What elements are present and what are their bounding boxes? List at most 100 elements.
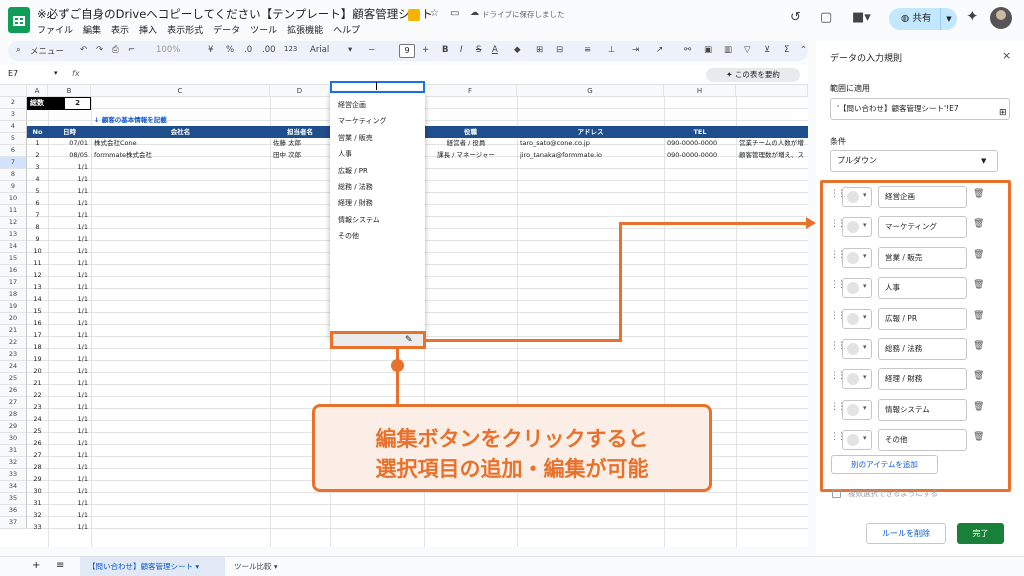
cell-no[interactable]: 13 [30,282,45,293]
fill-color-icon[interactable]: ◆ [514,45,521,55]
font-select-caret-icon[interactable]: ▾ [348,45,352,55]
item-input[interactable]: 総務 / 法務 [878,338,967,360]
row-header[interactable]: 12 [0,217,27,229]
row-header[interactable]: 35 [0,493,27,505]
currency-format-button[interactable]: ¥ [208,45,213,55]
dropdown-option[interactable]: その他 [338,231,359,241]
row-header[interactable]: 13 [0,229,27,241]
item-input[interactable]: 経営企画 [878,186,967,208]
row-header[interactable]: 8 [0,169,27,181]
cell-person[interactable]: 田中 次郎 [273,150,327,161]
merge-cells-icon[interactable]: ⊟ [556,45,563,55]
item-color-picker[interactable] [842,247,872,268]
item-color-picker[interactable] [842,187,872,207]
cell-no[interactable]: 18 [30,342,45,353]
font-size-increase-icon[interactable]: + [422,45,429,55]
history-icon[interactable]: ↺ [790,10,801,25]
redo-icon[interactable]: ↷ [96,45,103,55]
delete-icon[interactable]: 🗑 [973,189,984,199]
menu-data[interactable]: データ [213,26,240,36]
cell-no[interactable]: 28 [30,462,45,473]
cell-no[interactable]: 3 [30,162,45,173]
cell-date[interactable]: 1/1 [51,414,88,425]
row-header[interactable]: 11 [0,205,27,217]
cell-tel[interactable]: 090-0000-0000 [667,150,733,161]
menu-tools[interactable]: ツール [250,26,277,36]
add-sheet-icon[interactable]: + [32,560,40,571]
item-input[interactable]: 広報 / PR [878,307,967,330]
cell-date[interactable]: 1/1 [51,522,88,533]
cell-company[interactable]: 株式会社Cone [94,138,267,149]
row-header[interactable]: 4 [0,121,27,133]
active-cell-e7[interactable] [330,81,425,93]
dropdown-option[interactable]: マーケティング [338,116,386,126]
cell-person[interactable]: 佐藤 太郎 [273,138,327,149]
cell-date[interactable]: 1/1 [51,258,88,269]
row-header[interactable]: 26 [0,385,27,397]
item-color-picker[interactable] [842,308,872,329]
summarize-table-button[interactable]: ✦ この表を要約 [706,68,800,82]
cell-date[interactable]: 1/1 [51,462,88,473]
dropdown-option[interactable]: 営業 / 販売 [338,133,373,143]
horizontal-align-icon[interactable]: ≡ [584,45,591,55]
cell-no[interactable]: 1 [30,138,45,149]
delete-icon[interactable]: 🗑 [973,402,984,412]
menu-insert[interactable]: 挿入 [139,26,157,36]
decrease-decimal-button[interactable]: .0 [244,45,252,55]
dropdown-option[interactable]: 経営企画 [338,100,366,110]
menu-file[interactable]: ファイル [37,26,73,36]
cell-no[interactable]: 7 [30,210,45,221]
functions-icon[interactable]: Σ [784,45,789,55]
column-header[interactable]: C [91,85,270,97]
item-input[interactable]: 人事 [878,277,967,300]
undo-icon[interactable]: ↶ [80,45,87,55]
row-header[interactable]: 36 [0,505,27,517]
row-header[interactable]: 27 [0,397,27,409]
comment-icon[interactable]: ▢ [820,10,832,25]
cell-date[interactable]: 1/1 [51,390,88,401]
row-header[interactable]: 33 [0,469,27,481]
row-header[interactable]: 6 [0,145,27,157]
cell-notes[interactable]: 営業チームの人数が増 [739,138,805,149]
cell-date[interactable]: 1/1 [51,210,88,221]
cell-no[interactable]: 2 [30,150,45,161]
item-input[interactable]: 営業 / 販売 [878,246,967,269]
row-header[interactable]: 3 [0,109,27,121]
insert-link-icon[interactable]: ⚯ [684,45,691,55]
delete-icon[interactable]: 🗑 [973,341,984,351]
cell-email[interactable]: taro_sato@cone.co.jp [520,138,661,149]
row-header[interactable]: 16 [0,265,27,277]
font-select[interactable]: Arial [310,45,329,55]
cell-no[interactable]: 16 [30,318,45,329]
cell-date[interactable]: 1/1 [51,222,88,233]
cell-no[interactable]: 17 [30,330,45,341]
cell-date[interactable]: 1/1 [51,402,88,413]
cell-date[interactable]: 1/1 [51,174,88,185]
print-icon[interactable]: ⎙ [112,45,119,55]
star-icon[interactable]: ☆ [430,8,439,19]
cell-no[interactable]: 12 [30,270,45,281]
item-color-picker[interactable] [842,278,872,299]
cell-no[interactable]: 8 [30,222,45,233]
column-header[interactable]: D [270,85,330,97]
cell-date[interactable]: 1/1 [51,510,88,521]
cell-date[interactable]: 1/1 [51,378,88,389]
delete-rule-button[interactable]: ルールを削除 [866,523,946,544]
item-color-picker[interactable] [842,369,872,390]
range-input[interactable]: '【問い合わせ】顧客管理シート'!E7 ⊞ [830,98,1010,120]
row-header[interactable]: 5 [0,133,27,145]
row-header[interactable]: 10 [0,193,27,205]
filter-views-icon[interactable]: ⊻ [764,45,770,55]
delete-icon[interactable]: 🗑 [973,280,984,290]
cell-date[interactable]: 1/1 [51,246,88,257]
column-header[interactable]: G [517,85,664,97]
item-input[interactable]: マーケティング [878,216,967,239]
cell-date[interactable]: 1/1 [51,186,88,197]
row-header[interactable]: 31 [0,445,27,457]
search-icon[interactable]: ⌕ [16,45,21,55]
cell-date[interactable]: 1/1 [51,450,88,461]
strikethrough-button[interactable]: S [476,45,481,55]
row-header[interactable]: 18 [0,289,27,301]
paint-format-icon[interactable]: ⌐ [128,45,135,55]
text-wrap-icon[interactable]: ⇥ [632,45,639,55]
